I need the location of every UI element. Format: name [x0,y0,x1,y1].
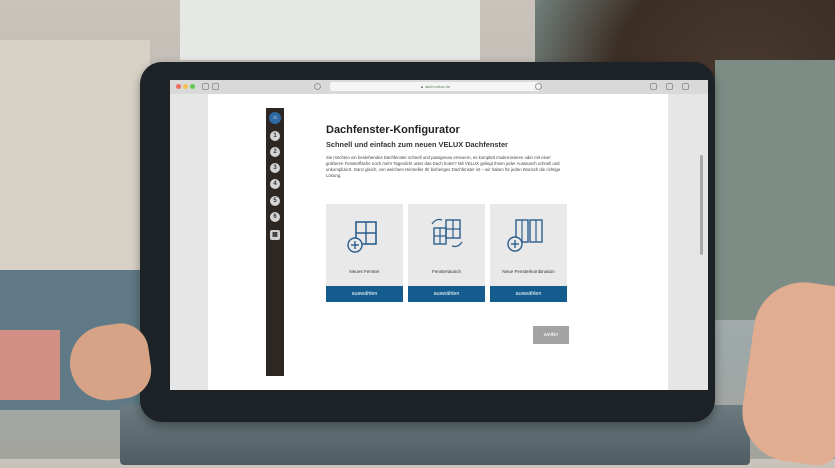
back-icon[interactable] [202,83,209,90]
download-icon[interactable] [650,83,657,90]
option-card-window-combination[interactable]: Neue Fensterkombination auswählen [490,204,567,302]
page-title: Dachfenster-Konfigurator [326,124,460,136]
minimize-dot[interactable] [183,84,188,89]
option-label: Fenstertausch [431,269,462,274]
step-3[interactable]: 3 [270,163,280,173]
intro-text: Sie möchten ein bestehendes Dachfenster … [326,155,561,178]
tabs-icon[interactable] [682,83,689,90]
step-home-icon[interactable]: ⌂ [269,112,281,124]
add-window-icon [326,216,403,256]
step-5[interactable]: 5 [270,196,280,206]
swap-window-icon [408,216,485,256]
step-6[interactable]: 6 [270,212,280,222]
address-bar[interactable]: ▲ dach-velux.de [330,82,540,91]
background-pillow [0,330,60,400]
option-label: Neues Fenster [349,269,380,274]
step-1[interactable]: 1 [270,131,280,141]
window-combination-icon [490,216,567,256]
background-sweater [715,60,835,320]
option-card-window-swap[interactable]: Fenstertausch auswählen [408,204,485,302]
background-wall [0,40,150,300]
step-grid-icon[interactable]: ▦ [270,230,280,240]
select-window-combination-button[interactable]: auswählen [490,286,567,302]
reload-icon[interactable] [535,83,542,90]
select-window-swap-button[interactable]: auswählen [408,286,485,302]
page-subtitle: Schnell und einfach zum neuen VELUX Dach… [326,140,508,149]
forward-icon[interactable] [212,83,219,90]
laptop-screen: ▲ dach-velux.de ⌂ 1 2 3 4 5 6 ▦ Dachfens… [170,80,708,390]
close-dot[interactable] [176,84,181,89]
browser-toolbar: ▲ dach-velux.de [170,80,708,95]
option-card-new-window[interactable]: Neues Fenster auswählen [326,204,403,302]
select-new-window-button[interactable]: auswählen [326,286,403,302]
shield-icon[interactable] [314,83,321,90]
page-margin-left [170,94,208,390]
share-icon[interactable] [666,83,673,90]
option-label: Neue Fensterkombination [502,269,555,274]
scrollbar[interactable] [700,155,703,255]
maximize-dot[interactable] [190,84,195,89]
step-4[interactable]: 4 [270,179,280,189]
next-button[interactable]: weiter [533,326,569,344]
background-window [180,0,480,60]
step-navigation: ⌂ 1 2 3 4 5 6 ▦ [266,108,284,376]
step-2[interactable]: 2 [270,147,280,157]
